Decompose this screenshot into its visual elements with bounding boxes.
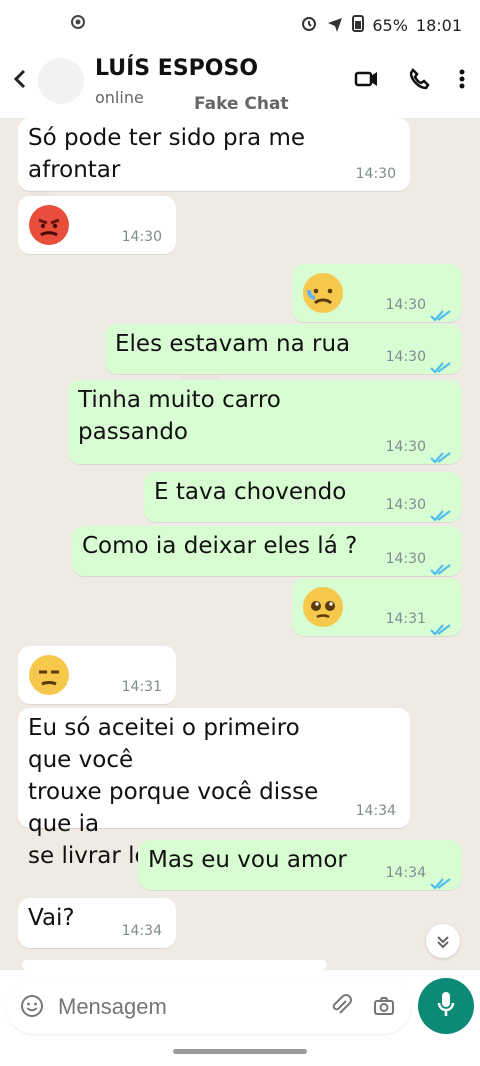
message-in-5[interactable]: Vai? 14:34 — [18, 898, 176, 948]
watermark: Fake Chat — [194, 94, 289, 114]
message-text: Só pode ter sido pra me afrontar — [28, 125, 313, 183]
message-in-4[interactable]: Eu só aceitei o primeiro que você trouxe… — [18, 708, 410, 869]
more-options-icon[interactable] — [458, 66, 466, 96]
camera-icon[interactable] — [372, 994, 396, 1022]
message-out-2[interactable]: Eles estavam na rua 14:30 — [105, 324, 462, 374]
time: 18:01 — [415, 15, 462, 35]
video-call-icon[interactable] — [354, 66, 380, 96]
message-out-5[interactable]: Como ia deixar eles lá ? 14:30 — [72, 526, 462, 576]
alarm-icon — [300, 14, 318, 36]
message-input-container[interactable] — [6, 978, 411, 1034]
message-out-3[interactable]: Tinha muito carro passando 14:30 — [68, 380, 462, 464]
contact-name[interactable]: LUÍS ESPOSO — [95, 56, 258, 81]
read-ticks-icon — [430, 442, 454, 464]
scroll-to-bottom-button[interactable] — [426, 924, 460, 958]
header-actions — [354, 66, 466, 96]
message-time: 14:30 — [385, 349, 426, 365]
back-button[interactable] — [8, 66, 34, 92]
pleading-emoji-icon — [302, 586, 344, 628]
message-time: 14:31 — [385, 611, 426, 627]
read-ticks-icon — [430, 352, 454, 374]
message-time: 14:30 — [385, 497, 426, 513]
emoji-icon[interactable] — [20, 994, 44, 1022]
message-in-3[interactable]: 14:31 — [18, 646, 176, 704]
status-bar: 65% 18:01 — [0, 0, 480, 48]
microphone-button[interactable] — [418, 978, 474, 1034]
message-time: 14:30 — [385, 297, 426, 313]
message-text: E tava chovendo — [154, 479, 347, 505]
contact-status: online — [95, 88, 144, 107]
status-dot-icon — [70, 14, 86, 34]
message-text: Mas eu vou amor — [148, 847, 347, 873]
message-text: Eles estavam na rua — [115, 331, 351, 357]
message-time: 14:34 — [385, 865, 426, 881]
avatar[interactable] — [38, 58, 84, 104]
read-ticks-icon — [430, 500, 454, 522]
battery-level: 65% — [372, 15, 408, 35]
message-text: Como ia deixar eles lá ? — [82, 533, 358, 559]
message-out-6[interactable]: 14:31 — [292, 578, 462, 636]
message-text: Tinha muito carro passando — [78, 387, 289, 445]
message-time: 14:34 — [121, 923, 162, 939]
chat-area[interactable]: Só pode ter sido pra me afrontar 14:30 1… — [0, 118, 480, 970]
message-in-2[interactable]: 14:30 — [18, 196, 176, 254]
message-out-1[interactable]: 14:30 — [292, 264, 462, 322]
message-time: 14:30 — [121, 229, 162, 245]
sad-emoji-icon — [302, 272, 344, 314]
message-out-4[interactable]: E tava chovendo 14:30 — [144, 472, 462, 522]
message-time: 14:30 — [355, 166, 396, 182]
message-time: 14:34 — [355, 803, 396, 819]
phone-icon[interactable] — [406, 66, 432, 96]
composer — [0, 970, 480, 1066]
angry-emoji-icon — [28, 204, 70, 246]
read-ticks-icon — [430, 554, 454, 576]
message-text: Vai? — [28, 905, 75, 931]
read-ticks-icon — [430, 300, 454, 322]
read-ticks-icon — [430, 868, 454, 890]
microphone-icon — [436, 990, 456, 1022]
message-in-1[interactable]: Só pode ter sido pra me afrontar 14:30 — [18, 118, 410, 191]
message-out-7[interactable]: Mas eu vou amor 14:34 — [138, 840, 462, 890]
unamused-emoji-icon — [28, 654, 70, 696]
message-time: 14:30 — [385, 551, 426, 567]
cropped-message — [22, 960, 327, 970]
message-input[interactable] — [56, 990, 315, 1024]
status-icons: 65% 18:01 — [300, 14, 462, 36]
battery-icon — [352, 14, 365, 36]
read-ticks-icon — [430, 614, 454, 636]
attachment-icon[interactable] — [330, 994, 352, 1022]
airplane-icon — [326, 14, 344, 36]
message-time: 14:31 — [121, 679, 162, 695]
home-indicator — [173, 1049, 307, 1054]
message-time: 14:30 — [385, 439, 426, 455]
